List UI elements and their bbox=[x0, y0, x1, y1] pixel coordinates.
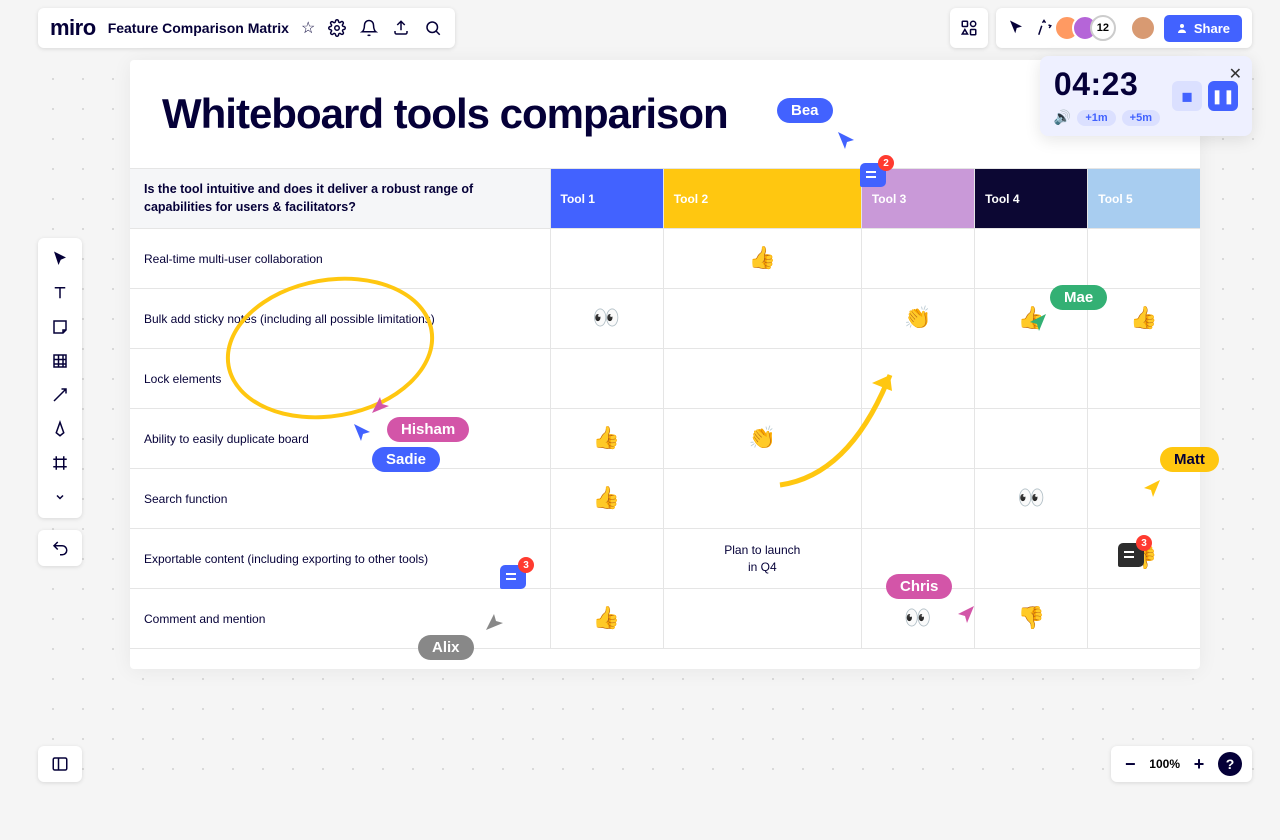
table-cell[interactable] bbox=[975, 529, 1088, 589]
table-cell[interactable] bbox=[1088, 349, 1200, 409]
header-left: miro Feature Comparison Matrix ☆ bbox=[38, 8, 455, 48]
table-cell[interactable]: 👍 bbox=[663, 229, 861, 289]
help-button[interactable]: ? bbox=[1218, 752, 1242, 776]
table-row: Search function👍 👀 bbox=[130, 469, 1200, 529]
share-button[interactable]: Share bbox=[1164, 15, 1242, 42]
table-cell[interactable] bbox=[550, 349, 663, 409]
table-row: Real-time multi-user collaboration👍 bbox=[130, 229, 1200, 289]
table-cell[interactable]: 👀 bbox=[975, 469, 1088, 529]
more-tools[interactable] bbox=[42, 482, 78, 512]
table-cell[interactable]: 👀 bbox=[550, 289, 663, 349]
table-cell[interactable] bbox=[1088, 229, 1200, 289]
table-cell[interactable] bbox=[663, 589, 861, 649]
table-cell[interactable]: 👍 bbox=[550, 409, 663, 469]
add-5m-button[interactable]: +5m bbox=[1122, 110, 1160, 126]
table-cell[interactable]: Plan to launchin Q4 bbox=[663, 529, 861, 589]
table-cell[interactable] bbox=[1088, 589, 1200, 649]
col-header: Tool 5 bbox=[1088, 169, 1200, 229]
row-label: Exportable content (including exporting … bbox=[130, 529, 550, 589]
table-cell[interactable]: 👍 bbox=[550, 589, 663, 649]
cursor-alix: Alix bbox=[418, 635, 474, 660]
frame-tool[interactable] bbox=[42, 448, 78, 478]
sound-icon[interactable]: 🔊 bbox=[1054, 109, 1071, 126]
table-cell[interactable]: 👎 bbox=[975, 589, 1088, 649]
bell-icon[interactable] bbox=[359, 18, 379, 38]
timer-widget: ✕ 04:23 🔊 +1m +5m ◼ ❚❚ bbox=[1040, 56, 1252, 136]
cursor-sadie: Sadie bbox=[372, 447, 440, 472]
table-cell[interactable] bbox=[975, 409, 1088, 469]
cursor-icon[interactable] bbox=[1006, 18, 1026, 38]
col-header: Tool 2 bbox=[663, 169, 861, 229]
table-cell[interactable] bbox=[975, 349, 1088, 409]
table-cell[interactable] bbox=[975, 229, 1088, 289]
table-cell[interactable]: 👍 bbox=[550, 469, 663, 529]
zoom-in-button[interactable]: + bbox=[1190, 754, 1208, 775]
left-toolbar bbox=[38, 238, 82, 518]
text-tool[interactable] bbox=[42, 278, 78, 308]
cursor-chris: Chris bbox=[886, 574, 952, 599]
close-icon[interactable]: ✕ bbox=[1229, 64, 1242, 84]
sticky-tool[interactable] bbox=[42, 312, 78, 342]
col-header: Tool 1 bbox=[550, 169, 663, 229]
search-icon[interactable] bbox=[423, 18, 443, 38]
zoom-out-button[interactable]: − bbox=[1121, 754, 1139, 775]
panel-toggle[interactable] bbox=[38, 746, 82, 782]
user-avatar[interactable] bbox=[1130, 15, 1156, 41]
zoom-controls: − 100% + ? bbox=[1111, 746, 1252, 782]
select-tool[interactable] bbox=[42, 244, 78, 274]
cursor-matt: Matt bbox=[1160, 447, 1219, 472]
table-row: Exportable content (including exporting … bbox=[130, 529, 1200, 589]
collaborator-avatars[interactable]: 12 bbox=[1062, 15, 1116, 41]
add-1m-button[interactable]: +1m bbox=[1077, 110, 1115, 126]
table-row: Comment and mention👍👀👎 bbox=[130, 589, 1200, 649]
zoom-level[interactable]: 100% bbox=[1149, 757, 1180, 771]
table-cell[interactable]: 👏 bbox=[861, 289, 974, 349]
question-header: Is the tool intuitive and does it delive… bbox=[130, 169, 550, 229]
cursor-hisham: Hisham bbox=[387, 417, 469, 442]
undo-button[interactable] bbox=[38, 530, 82, 566]
board-name[interactable]: Feature Comparison Matrix bbox=[108, 20, 289, 36]
comment-icon[interactable]: 3 bbox=[500, 565, 526, 589]
timer-time: 04:23 bbox=[1054, 66, 1160, 103]
star-icon[interactable]: ☆ bbox=[301, 18, 315, 38]
comment-icon[interactable]: 3 bbox=[1118, 543, 1144, 567]
annotation-arrow bbox=[770, 355, 910, 495]
table-row: Ability to easily duplicate board👍👏 bbox=[130, 409, 1200, 469]
row-label: Ability to easily duplicate board bbox=[130, 409, 550, 469]
arrow-tool[interactable] bbox=[42, 380, 78, 410]
timer-pause-button[interactable]: ❚❚ bbox=[1208, 81, 1238, 111]
cursor-bea: Bea bbox=[777, 98, 833, 123]
row-label: Search function bbox=[130, 469, 550, 529]
cursor-mae: Mae bbox=[1050, 285, 1107, 310]
table-cell[interactable] bbox=[663, 289, 861, 349]
settings-icon[interactable] bbox=[327, 18, 347, 38]
reactions-icon[interactable] bbox=[1034, 18, 1054, 38]
pen-tool[interactable] bbox=[42, 414, 78, 444]
logo[interactable]: miro bbox=[50, 15, 96, 41]
table-cell[interactable] bbox=[861, 229, 974, 289]
table-cell[interactable] bbox=[550, 229, 663, 289]
apps-button[interactable] bbox=[950, 8, 988, 48]
comment-icon[interactable]: 2 bbox=[860, 163, 886, 187]
table-cell[interactable] bbox=[550, 529, 663, 589]
timer-stop-button[interactable]: ◼ bbox=[1172, 81, 1202, 111]
export-icon[interactable] bbox=[391, 18, 411, 38]
table-tool[interactable] bbox=[42, 346, 78, 376]
col-header: Tool 4 bbox=[975, 169, 1088, 229]
